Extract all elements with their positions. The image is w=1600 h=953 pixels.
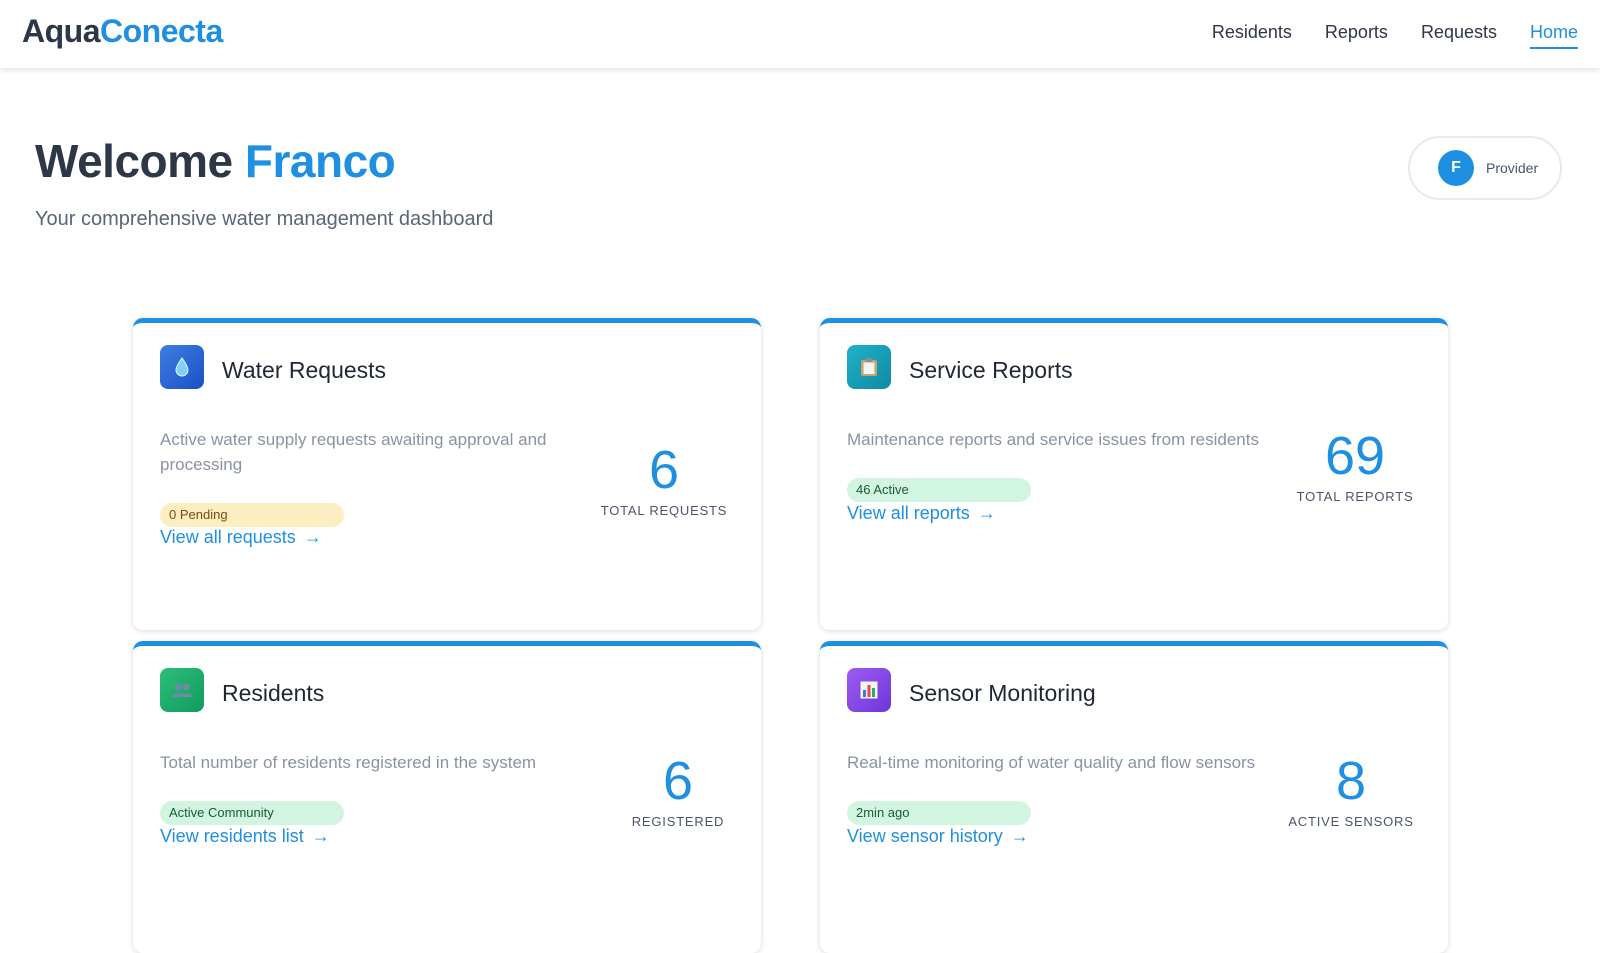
card-title: Service Reports <box>909 357 1073 383</box>
link-label: View all requests <box>160 527 296 547</box>
stat-block: 69 TOTAL REPORTS <box>1280 427 1430 504</box>
nav-links: Residents Reports Requests Home <box>1212 22 1578 49</box>
brand-part-conecta: Conecta <box>100 13 223 49</box>
arrow-right-icon: → <box>1010 826 1029 846</box>
card-title: Water Requests <box>222 357 387 383</box>
card-title: Residents <box>222 680 325 706</box>
welcome-text: Welcome <box>35 135 233 187</box>
stat-block: 8 ACTIVE SENSORS <box>1276 752 1426 829</box>
user-role-badge[interactable]: F Provider <box>1408 136 1562 200</box>
card-title: Sensor Monitoring <box>909 680 1096 706</box>
page-title: Welcome Franco <box>35 134 396 188</box>
stat-count: 69 <box>1324 426 1386 486</box>
top-navbar: AquaConecta Residents Reports Requests H… <box>0 0 1600 68</box>
status-badge: 2min ago <box>847 801 1031 825</box>
link-label: View residents list <box>160 826 304 846</box>
avatar: F <box>1438 150 1474 186</box>
link-label: View all reports <box>847 503 970 523</box>
stat-label: TOTAL REQUESTS <box>600 503 728 518</box>
people-icon <box>160 668 204 712</box>
view-sensor-history-link[interactable]: View sensor history → <box>847 826 1029 847</box>
card-description: Real-time monitoring of water quality an… <box>847 753 1256 772</box>
bar-chart-icon <box>847 668 891 712</box>
service-reports-card: Service Reports Maintenance reports and … <box>820 318 1448 630</box>
residents-card: Residents Total number of residents regi… <box>133 641 761 953</box>
view-all-reports-link[interactable]: View all reports → <box>847 503 996 524</box>
stat-count: 8 <box>1335 751 1367 811</box>
status-badge: Active Community <box>160 801 344 825</box>
brand-logo[interactable]: AquaConecta <box>22 13 223 50</box>
arrow-right-icon: → <box>303 527 322 547</box>
nav-home[interactable]: Home <box>1529 22 1578 49</box>
status-badge: 46 Active <box>847 478 1031 502</box>
card-description: Active water supply requests awaiting ap… <box>160 430 547 474</box>
arrow-right-icon: → <box>977 503 996 523</box>
arrow-right-icon: → <box>311 826 330 846</box>
page-subtitle: Your comprehensive water management dash… <box>35 208 494 230</box>
stat-block: 6 TOTAL REQUESTS <box>589 441 739 518</box>
sensor-monitoring-card: Sensor Monitoring Real-time monitoring o… <box>820 641 1448 953</box>
card-description: Total number of residents registered in … <box>160 753 537 772</box>
water-requests-card: Water Requests Active water supply reque… <box>133 318 761 630</box>
clipboard-icon <box>847 345 891 389</box>
nav-reports[interactable]: Reports <box>1325 22 1388 49</box>
stat-count: 6 <box>662 751 694 811</box>
stat-label: ACTIVE SENSORS <box>1288 814 1414 829</box>
view-residents-list-link[interactable]: View residents list → <box>160 826 330 847</box>
stat-label: REGISTERED <box>631 814 725 829</box>
stat-count: 6 <box>648 440 680 500</box>
brand-part-aqua: Aqua <box>22 13 101 49</box>
user-name: Franco <box>244 135 396 187</box>
nav-residents[interactable]: Residents <box>1212 22 1292 49</box>
droplet-icon <box>160 345 204 389</box>
role-label: Provider <box>1486 160 1539 176</box>
stat-label: TOTAL REPORTS <box>1296 489 1414 504</box>
status-badge: 0 Pending <box>160 503 344 527</box>
view-all-requests-link[interactable]: View all requests → <box>160 527 322 548</box>
link-label: View sensor history <box>847 826 1003 846</box>
nav-requests[interactable]: Requests <box>1421 22 1497 49</box>
card-description: Maintenance reports and service issues f… <box>847 430 1259 449</box>
stat-block: 6 REGISTERED <box>603 752 753 829</box>
